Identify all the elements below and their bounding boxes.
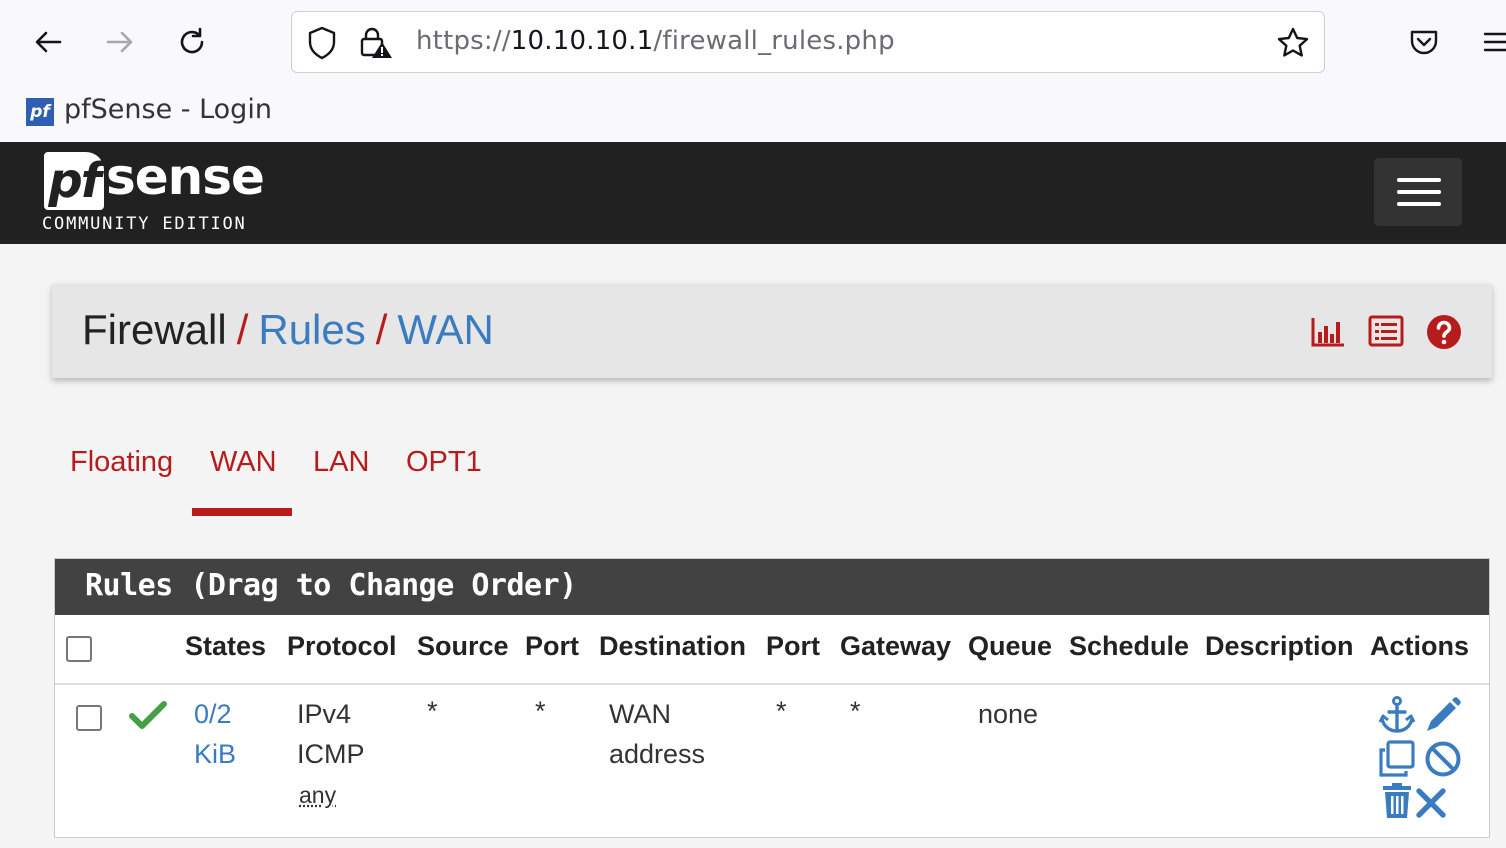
- rule-queue: none: [978, 694, 1038, 734]
- app-menu-button[interactable]: [1476, 22, 1506, 62]
- reload-button[interactable]: [172, 22, 212, 62]
- breadcrumb-rules[interactable]: Rules: [258, 306, 365, 353]
- copy-icon[interactable]: [1377, 739, 1417, 779]
- column-header-dest-port[interactable]: Port: [766, 631, 820, 662]
- active-tab-indicator: [192, 508, 292, 516]
- column-header-schedule[interactable]: Schedule: [1069, 631, 1189, 662]
- rule-states-unit[interactable]: KiB: [194, 734, 236, 774]
- column-header-states[interactable]: States: [185, 631, 266, 662]
- edit-pencil-icon[interactable]: [1423, 695, 1463, 735]
- tab-floating[interactable]: Floating: [70, 446, 173, 479]
- hamburger-bar: [1397, 190, 1441, 194]
- tab-lan[interactable]: LAN: [313, 446, 369, 479]
- select-all-checkbox[interactable]: [66, 636, 92, 662]
- navbar-toggle-button[interactable]: [1374, 158, 1462, 226]
- back-button[interactable]: [28, 22, 68, 62]
- column-header-destination[interactable]: Destination: [599, 631, 746, 662]
- rule-states-value[interactable]: 0/2: [194, 694, 232, 734]
- rule-destination-detail: address: [609, 734, 705, 774]
- breadcrumb-separator: /: [237, 306, 249, 353]
- check-pass-icon: [129, 699, 167, 731]
- column-header-source-port[interactable]: Port: [525, 631, 579, 662]
- rule-destination: WAN: [609, 694, 671, 734]
- rules-panel-title: Rules (Drag to Change Order): [85, 568, 577, 603]
- column-header-gateway[interactable]: Gateway: [840, 631, 951, 662]
- hamburger-bar: [1397, 178, 1441, 182]
- url-scheme: https://: [416, 26, 511, 56]
- url-path: /firewall_rules.php: [653, 26, 894, 56]
- rule-select-checkbox[interactable]: [76, 705, 102, 731]
- rule-dest-port: *: [776, 691, 787, 731]
- breadcrumb-wan[interactable]: WAN: [397, 306, 493, 353]
- pocket-button[interactable]: [1404, 22, 1444, 62]
- tab-opt1[interactable]: OPT1: [406, 446, 482, 479]
- hamburger-bar: [1397, 202, 1441, 206]
- breadcrumb: Firewall / Rules / WAN: [82, 306, 494, 354]
- breadcrumb-actions: [1310, 314, 1462, 350]
- pocket-icon: [1408, 26, 1440, 58]
- column-header-source[interactable]: Source: [417, 631, 509, 662]
- list-log-icon[interactable]: [1368, 314, 1404, 348]
- reload-icon: [176, 26, 208, 58]
- disable-ban-icon[interactable]: [1423, 739, 1463, 779]
- page-tab-title[interactable]: pfSense - Login: [64, 94, 272, 125]
- rule-icmp-subtype[interactable]: any: [299, 775, 336, 815]
- arrow-right-icon: [104, 26, 136, 58]
- pfsense-logo[interactable]: pf sense COMMUNITY EDITION: [42, 152, 262, 238]
- rule-protocol-type: ICMP: [297, 734, 365, 774]
- rules-panel: Rules (Drag to Change Order) States Prot…: [54, 558, 1490, 838]
- column-header-actions: Actions: [1370, 631, 1469, 662]
- menu-icon: [1481, 26, 1506, 58]
- rule-source-port: *: [535, 691, 546, 731]
- close-x-icon[interactable]: [1411, 783, 1451, 823]
- header-divider: [55, 683, 1489, 685]
- breadcrumb-panel: Firewall / Rules / WAN: [52, 284, 1492, 378]
- bar-chart-icon[interactable]: [1310, 314, 1346, 348]
- arrow-left-icon: [32, 26, 64, 58]
- tab-wan[interactable]: WAN: [210, 446, 277, 479]
- rules-panel-header: Rules (Drag to Change Order): [55, 559, 1489, 615]
- column-header-queue[interactable]: Queue: [968, 631, 1052, 662]
- breadcrumb-separator: /: [376, 306, 388, 353]
- help-question-icon[interactable]: [1426, 314, 1462, 350]
- logo-pf-mark: pf: [44, 152, 104, 210]
- logo-edition-text: COMMUNITY EDITION: [42, 214, 247, 234]
- logo-sense-text: sense: [106, 148, 264, 206]
- column-header-protocol[interactable]: Protocol: [287, 631, 397, 662]
- url-host: 10.10.10.1: [511, 26, 654, 56]
- rule-gateway: *: [850, 691, 861, 731]
- lock-warning-icon[interactable]: [358, 24, 394, 60]
- address-bar[interactable]: https://10.10.10.1/firewall_rules.php: [291, 11, 1325, 73]
- rule-protocol-family: IPv4: [297, 694, 351, 734]
- star-bookmark-icon[interactable]: [1276, 26, 1310, 60]
- breadcrumb-firewall: Firewall: [82, 306, 227, 353]
- pfsense-favicon: pf: [26, 98, 54, 126]
- forward-button[interactable]: [100, 22, 140, 62]
- rule-source: *: [427, 691, 438, 731]
- anchor-icon[interactable]: [1377, 695, 1417, 735]
- shield-icon[interactable]: [306, 26, 338, 60]
- column-header-description[interactable]: Description: [1205, 631, 1354, 662]
- url-text[interactable]: https://10.10.10.1/firewall_rules.php: [416, 26, 895, 56]
